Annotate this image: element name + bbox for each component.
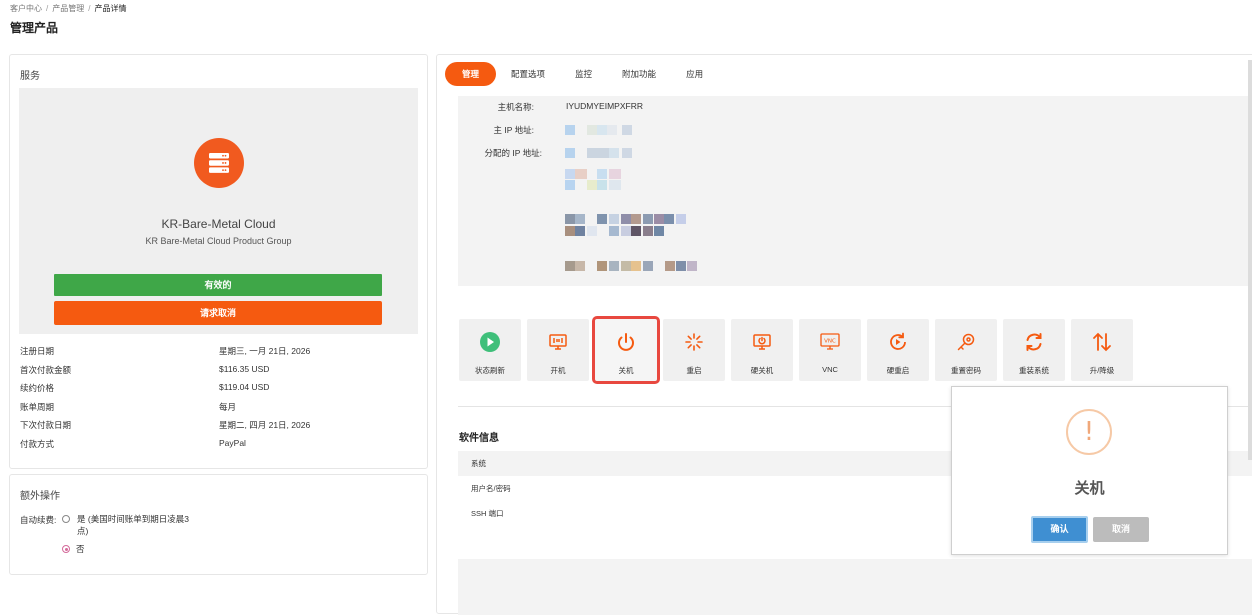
power-off-button[interactable]: 关机 (592, 316, 660, 384)
host-info: 主机名称: IYUDMYEIMPXFRR 主 IP 地址: 分配的 IP 地址: (458, 96, 1252, 286)
tab-apps[interactable]: 应用 (671, 62, 718, 86)
info-row: 注册日期 星期三, 一月 21日, 2026 (20, 345, 420, 364)
breadcrumb: 客户中心 / 产品管理 / 产品详情 (10, 3, 126, 14)
info-value: 每月 (219, 401, 237, 412)
server-actions: 状态刷新 开机 关机 重启 硬关机 VNC VNC 硬重启 重置密码 重装系统 … (459, 316, 1133, 384)
info-key: 账单周期 (20, 401, 55, 412)
product-group: KR Bare-Metal Cloud Product Group (145, 236, 292, 246)
warning-icon: ! (1066, 409, 1112, 455)
power-on-icon (547, 331, 569, 353)
refresh-status-button[interactable]: 状态刷新 (459, 319, 521, 381)
info-value: PayPal (219, 437, 246, 448)
action-label: 开机 (550, 366, 566, 375)
auto-renew-no-label[interactable]: 否 (76, 543, 85, 555)
info-value: $116.35 USD (219, 363, 270, 374)
product-box: KR-Bare-Metal Cloud KR Bare-Metal Cloud … (19, 88, 418, 334)
tab-addons[interactable]: 附加功能 (607, 62, 671, 86)
cancel-button[interactable]: 取消 (1093, 517, 1149, 542)
breadcrumb-home[interactable]: 客户中心 (10, 4, 42, 13)
assigned-ip-label: 分配的 IP 地址: (484, 148, 542, 158)
page-title: 管理产品 (10, 21, 59, 35)
reboot-button[interactable]: 重启 (663, 319, 725, 381)
action-label: 状态刷新 (475, 366, 505, 375)
reset-password-icon (955, 331, 977, 353)
action-label: 硬关机 (750, 366, 774, 375)
tab-bar: 管理 配置选项 监控 附加功能 应用 (445, 61, 718, 87)
info-key: 付款方式 (20, 438, 55, 449)
dialog-title: 关机 (1074, 480, 1105, 497)
hostname-label: 主机名称: (497, 102, 534, 112)
hard-reboot-button[interactable]: 硬重启 (867, 319, 929, 381)
tab-monitor[interactable]: 监控 (560, 62, 607, 86)
hard-reboot-icon (887, 331, 909, 353)
hard-shutdown-button[interactable]: 硬关机 (731, 319, 793, 381)
tab-config-options[interactable]: 配置选项 (496, 62, 560, 86)
info-row: 下次付款日期 星期二, 四月 21日, 2026 (20, 419, 420, 438)
action-label: 重装系统 (1019, 366, 1049, 375)
status-badge: 有效的 (54, 274, 382, 296)
reinstall-icon (1023, 331, 1045, 353)
product-name: KR-Bare-Metal Cloud (161, 217, 276, 231)
upgrade-downgrade-icon (1091, 331, 1113, 353)
power-on-button[interactable]: 开机 (527, 319, 589, 381)
breadcrumb-current: 产品详情 (94, 4, 127, 13)
service-panel: 服务 KR-Bare-Metal Cloud KR Bare-Metal Clo… (9, 54, 428, 469)
reset-password-button[interactable]: 重置密码 (935, 319, 997, 381)
action-label: 硬重启 (886, 366, 910, 375)
vnc-button[interactable]: VNC VNC (799, 319, 861, 381)
reinstall-button[interactable]: 重装系统 (1003, 319, 1065, 381)
power-off-confirm-dialog: ! 关机 确认 取消 (951, 386, 1228, 555)
hard-shutdown-icon (751, 331, 773, 353)
service-info-table: 注册日期 星期三, 一月 21日, 2026 首次付款金额 $116.35 USD … (20, 345, 420, 457)
breadcrumb-separator: / (46, 4, 49, 13)
vnc-icon: VNC (819, 331, 841, 353)
main-ip-label: 主 IP 地址: (493, 125, 534, 135)
extra-operations-heading: 额外操作 (20, 491, 60, 502)
extra-operations-panel: 额外操作 自动续费: 是 (美国时间账单到期日凌晨3点) 否 (9, 474, 428, 575)
info-value: 星期二, 四月 21日, 2026 (219, 420, 311, 431)
confirm-button[interactable]: 确认 (1031, 516, 1088, 543)
software-info-footer (458, 559, 1252, 615)
breadcrumb-separator: / (88, 4, 91, 13)
info-value: 星期三, 一月 21日, 2026 (219, 346, 311, 356)
info-row: 首次付款金额 $116.35 USD (20, 364, 420, 383)
tab-manage[interactable]: 管理 (445, 62, 497, 86)
auto-renew-label: 自动续费: (20, 515, 57, 525)
info-row: 账单周期 每月 (20, 401, 420, 420)
info-key: 下次付款日期 (20, 420, 72, 431)
info-row: 续约价格 $119.04 USD (20, 382, 420, 401)
play-circle-icon (479, 331, 501, 353)
request-cancel-button[interactable]: 请求取消 (54, 301, 382, 325)
action-label: VNC (822, 365, 838, 374)
software-info-title: 软件信息 (459, 433, 499, 444)
reboot-icon (683, 331, 705, 353)
auto-renew-yes-radio[interactable] (62, 515, 70, 523)
svg-text:VNC: VNC (824, 339, 836, 345)
info-key: 续约价格 (20, 383, 55, 394)
auto-renew-no-radio[interactable] (62, 545, 70, 553)
scrollbar[interactable] (1248, 60, 1252, 460)
upgrade-downgrade-button[interactable]: 升/降级 (1071, 319, 1133, 381)
action-label: 升/降级 (1089, 366, 1115, 375)
breadcrumb-products[interactable]: 产品管理 (52, 4, 84, 13)
info-row: 付款方式 PayPal (20, 438, 420, 457)
action-label: 关机 (618, 366, 634, 375)
action-label: 重置密码 (951, 366, 981, 375)
info-key: 首次付款金额 (20, 364, 72, 375)
power-off-icon (615, 331, 637, 353)
auto-renew-yes-label[interactable]: 是 (美国时间账单到期日凌晨3点) (77, 513, 197, 537)
server-icon (194, 138, 244, 188)
action-label: 重启 (686, 366, 702, 375)
hostname-value: IYUDMYEIMPXFRR (566, 101, 643, 111)
info-key: 注册日期 (20, 346, 55, 356)
info-value: $119.04 USD (219, 382, 270, 393)
